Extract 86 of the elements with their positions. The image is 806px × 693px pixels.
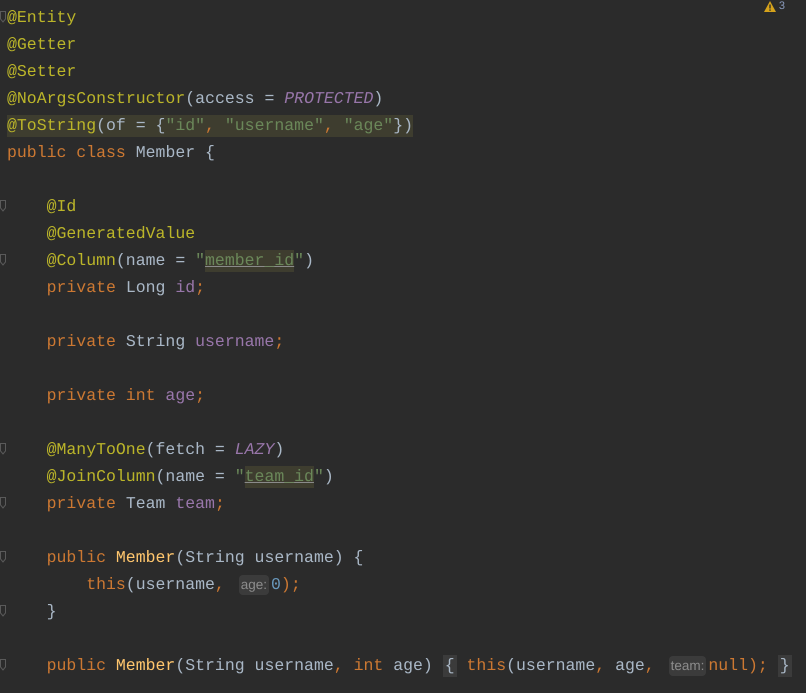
keyword-text: , <box>334 654 345 676</box>
keyword-text: int <box>354 654 384 676</box>
code-text: } <box>46 600 56 622</box>
code-text: Member { <box>136 142 215 164</box>
folded-brace[interactable]: } <box>778 654 792 676</box>
keyword-text: private <box>46 492 117 514</box>
keyword-text: ); <box>280 574 301 596</box>
keyword-text: ; <box>195 276 206 298</box>
keyword-text: private int <box>46 384 157 406</box>
code-text: (access = <box>185 88 276 110</box>
code-text: age <box>615 654 645 676</box>
constructor-name: Member <box>116 654 176 676</box>
keyword-text: public class <box>7 142 127 164</box>
string-literal: " <box>294 250 304 272</box>
annotation-text: @ToString <box>7 114 96 136</box>
keyword-text: null <box>708 654 748 676</box>
code-text: (username <box>506 654 596 676</box>
fold-marker-icon[interactable] <box>0 659 6 671</box>
keyword-text: ); <box>748 654 769 676</box>
string-literal: " <box>195 250 206 272</box>
code-text: Team <box>126 492 166 514</box>
code-text: (name = <box>116 250 186 272</box>
annotation-text: @Getter <box>7 34 76 56</box>
keyword-text: ; <box>214 492 225 514</box>
code-text: }) <box>393 114 414 136</box>
fold-marker-icon[interactable] <box>0 200 6 212</box>
keyword-text: private <box>46 276 117 298</box>
fold-marker-icon[interactable] <box>0 605 6 617</box>
field-name: username <box>195 330 274 352</box>
keyword-text: this <box>86 574 126 596</box>
warning-count[interactable]: 3 <box>778 0 785 12</box>
keyword-text: ; <box>274 330 284 352</box>
keyword-text: , <box>205 114 225 136</box>
keyword-text: private <box>46 330 117 352</box>
fold-marker-icon[interactable] <box>0 443 6 455</box>
string-literal: "username" <box>224 114 324 136</box>
annotation-text: @Column <box>46 250 116 272</box>
field-name: age <box>165 384 196 406</box>
annotation-text: @JoinColumn <box>46 466 156 488</box>
folded-brace[interactable]: { <box>442 654 457 676</box>
keyword-text: , <box>644 654 656 676</box>
keyword-text: , <box>214 574 226 596</box>
fold-marker-icon[interactable] <box>0 551 6 563</box>
field-name: team <box>175 492 215 514</box>
string-literal: " <box>314 466 324 488</box>
annotation-text: @Entity <box>7 6 76 28</box>
keyword-text: public <box>46 654 108 676</box>
field-name: id <box>175 276 196 298</box>
annotation-text: @GeneratedValue <box>46 222 196 244</box>
code-text: (of = { <box>96 114 166 136</box>
fold-marker-icon[interactable] <box>0 11 6 23</box>
annotation-text: @Id <box>46 196 76 218</box>
annotation-text: @Setter <box>7 60 76 82</box>
string-literal: " <box>234 466 245 488</box>
code-text: String <box>126 330 186 352</box>
keyword-text: , <box>595 654 606 676</box>
fold-marker-icon[interactable] <box>0 254 6 266</box>
annotation-text: @ManyToOne <box>46 438 146 460</box>
parameter-hint: age: <box>238 574 270 594</box>
code-text: Long <box>126 276 166 298</box>
constructor-name: Member <box>116 546 176 568</box>
code-text: (username <box>126 574 215 596</box>
column-name-reference: team_id <box>244 466 314 488</box>
annotation-text: @NoArgsConstructor <box>7 88 186 110</box>
code-text: ) <box>373 88 384 110</box>
code-text: ) <box>304 250 314 272</box>
string-literal: "id" <box>165 114 206 136</box>
code-text: (fetch = <box>146 438 226 460</box>
parameter-hint: team: <box>668 656 706 676</box>
column-name-reference: member_id <box>205 250 294 272</box>
string-literal: "age" <box>344 114 394 136</box>
warning-icon[interactable] <box>764 0 776 12</box>
constant-text: PROTECTED <box>284 88 374 110</box>
code-text: ) <box>324 466 334 488</box>
keyword-text: this <box>466 654 506 676</box>
keyword-text: ; <box>195 384 206 406</box>
code-text: age) <box>393 654 434 676</box>
code-text: ) <box>274 438 284 460</box>
code-text: (String username) { <box>175 546 364 568</box>
number-literal: 0 <box>271 574 281 596</box>
code-text: (name = <box>156 466 226 488</box>
fold-marker-icon[interactable] <box>0 497 6 509</box>
keyword-text: public <box>46 546 108 568</box>
constant-text: LAZY <box>234 438 274 460</box>
code-text: (String username <box>175 654 334 676</box>
keyword-text: , <box>324 114 344 136</box>
